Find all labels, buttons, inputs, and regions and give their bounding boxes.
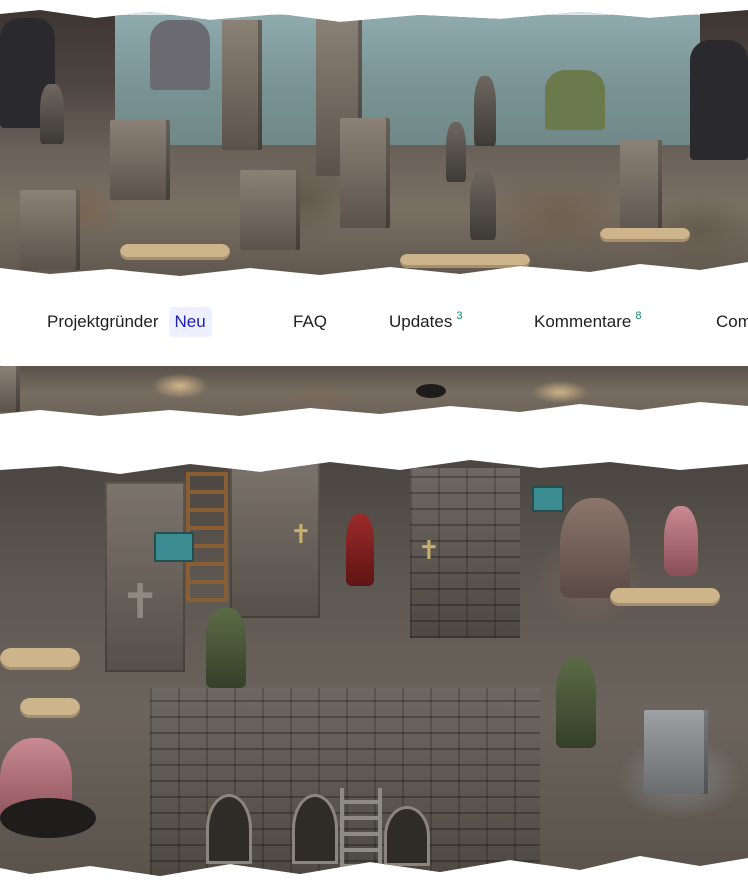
terrain-photo-top [0,10,748,276]
ruined-tower [340,118,390,228]
chapel-arch-window [206,794,252,864]
statue [470,170,496,240]
tab-community[interactable]: Com [716,278,748,366]
sandbag-wall [400,254,530,268]
lantern [532,486,564,512]
ruined-tower [20,190,80,270]
spectator-figure [545,70,605,130]
ruined-tower [110,120,170,200]
tab-faq[interactable]: FAQ [293,278,327,366]
lantern [154,532,194,562]
ruined-tower [222,20,262,150]
project-tab-bar: Projektgründer Neu FAQ Updates 3 Komment… [0,278,748,366]
sandbag-wall [610,588,720,606]
cross-ornament: ✝ [290,520,312,550]
tab-projektgruender[interactable]: Projektgründer Neu [47,278,212,366]
broken-pillar [644,710,708,794]
tab-label: Com [716,312,748,331]
tab-updates[interactable]: Updates 3 [389,278,462,366]
statue [446,122,466,182]
tab-label: Updates [389,312,453,331]
section-gap [0,420,748,458]
tab-label: Projektgründer [47,312,159,331]
sandbag-wall [600,228,690,242]
miniature-base [0,798,96,838]
brute-miniature [560,498,630,598]
tab-label: Kommentare [534,312,632,331]
campaign-page: Projektgründer Neu FAQ Updates 3 Komment… [0,0,748,883]
spectator-figure [150,20,210,90]
sandbag-wall [20,698,80,718]
chapel-arch-window [384,806,430,866]
ladder [340,788,382,868]
terrain-photo-chapel: ✝ ✝ ✝ [0,460,748,876]
mutant-miniature [664,506,698,576]
miniature-base [416,384,446,398]
chapel-arch-window [292,794,338,864]
soldier-miniature [556,658,596,748]
statue [40,84,64,144]
ruined-tower [620,140,662,240]
cross-ornament: ✝ [120,574,161,630]
tab-label: FAQ [293,312,328,331]
spectator-figure [690,40,748,160]
tab-kommentare[interactable]: Kommentare 8 [534,278,641,366]
cloaked-miniature [346,514,374,586]
comments-count: 8 [635,310,642,322]
sandbag-wall [0,648,80,670]
new-badge: Neu [168,307,212,337]
statue [474,76,496,146]
sandbag-wall [120,244,230,260]
soldier-miniature [206,608,246,688]
updates-count: 3 [456,310,463,322]
ruined-tower [240,170,300,250]
ruined-tower [0,366,20,412]
cross-ornament: ✝ [418,536,440,566]
terrain-photo-strip [0,366,748,416]
